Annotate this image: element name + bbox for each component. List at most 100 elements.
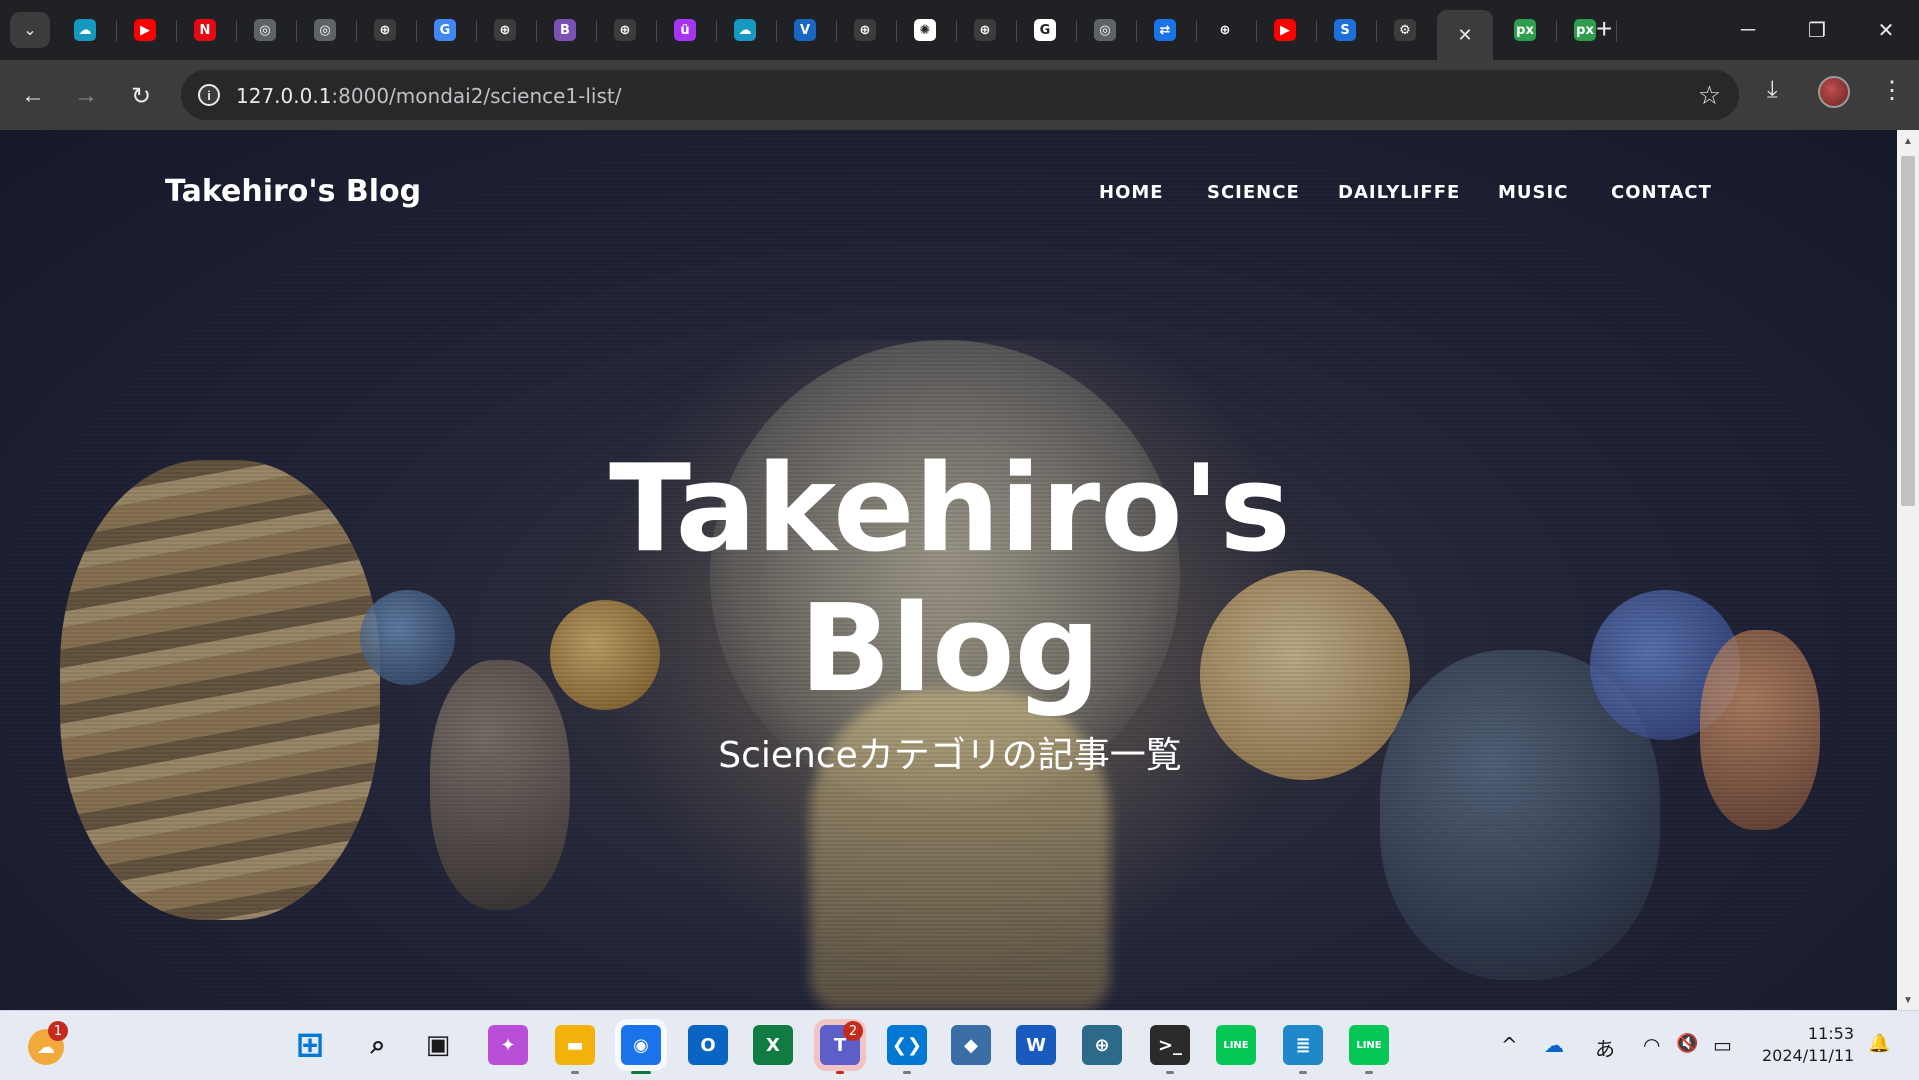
- taskbar-clock[interactable]: 11:53 2024/11/11: [1762, 1023, 1854, 1067]
- tab[interactable]: ⚙: [1377, 10, 1433, 50]
- tab[interactable]: ⇄: [1137, 10, 1193, 50]
- tab[interactable]: G: [1017, 10, 1073, 50]
- notepad-icon[interactable]: ≣: [1283, 1025, 1323, 1065]
- bookmark-star-icon[interactable]: ☆: [1698, 80, 1721, 111]
- address-bar[interactable]: i 127.0.0.1:8000/mondai2/science1-list/ …: [181, 70, 1739, 120]
- clock-date: 2024/11/11: [1762, 1046, 1855, 1065]
- new-tab-button[interactable]: +: [1596, 14, 1612, 44]
- running-indicator: [631, 1071, 651, 1074]
- profile-avatar[interactable]: [1818, 76, 1850, 108]
- running-indicator: [1166, 1071, 1174, 1074]
- download-icon[interactable]: ⤓: [1767, 76, 1778, 104]
- forward-button[interactable]: →: [68, 78, 104, 114]
- outlook-icon[interactable]: O: [688, 1025, 728, 1065]
- tab[interactable]: ▶: [117, 10, 173, 50]
- line-icon[interactable]: LINE: [1349, 1025, 1389, 1065]
- address-url[interactable]: 127.0.0.1:8000/mondai2/science1-list/: [236, 84, 621, 108]
- wifi-icon[interactable]: ◠: [1643, 1033, 1660, 1057]
- close-icon[interactable]: ✕: [1457, 25, 1472, 46]
- windows-start-icon[interactable]: ⊞: [290, 1025, 330, 1065]
- tab[interactable]: S: [1317, 10, 1373, 50]
- hero-title: Takehiro's Blog: [540, 440, 1360, 720]
- udemy-icon: ü: [674, 19, 696, 41]
- restore-button[interactable]: ❐: [1792, 12, 1842, 48]
- tab[interactable]: ☁: [717, 10, 773, 50]
- scroll-down-arrow-icon[interactable]: ▼: [1903, 995, 1913, 1006]
- hero-title-line-2: Blog: [799, 580, 1101, 719]
- nav-link-music[interactable]: MUSIC: [1498, 182, 1568, 203]
- youtube-icon: ▶: [134, 19, 156, 41]
- bootstrap-icon: B: [554, 19, 576, 41]
- nav-link-contact[interactable]: CONTACT: [1611, 182, 1712, 203]
- chrome-icon[interactable]: ◉: [621, 1025, 661, 1065]
- globe-icon: ⊕: [494, 19, 516, 41]
- onedrive-icon[interactable]: ☁: [1544, 1033, 1564, 1057]
- tab[interactable]: ◎: [1077, 10, 1133, 50]
- vscode-icon[interactable]: ❮❯: [887, 1025, 927, 1065]
- tab[interactable]: ü: [657, 10, 713, 50]
- running-indicator: [836, 1071, 844, 1074]
- tab[interactable]: N: [177, 10, 233, 50]
- notification-bell-icon[interactable]: 🔔: [1868, 1033, 1890, 1054]
- tab[interactable]: ◎: [237, 10, 293, 50]
- battery-icon[interactable]: ▭: [1713, 1033, 1732, 1057]
- reload-button[interactable]: ↻: [123, 78, 159, 114]
- task-view-icon[interactable]: ▣: [418, 1025, 458, 1065]
- running-indicator: [571, 1071, 579, 1074]
- volume-muted-icon[interactable]: 🔇: [1676, 1033, 1698, 1054]
- chevron-down-icon: ⌄: [23, 22, 37, 39]
- nav-link-science[interactable]: SCIENCE: [1207, 182, 1300, 203]
- tab-strip: ⌄ ☁ ▶ N ◎ ◎ ⊕ G ⊕ B ⊕ ü ☁ V ⊕ ✺ ⊕ G ◎ ⇄ ⊕ ▶ S ⚙ ✕ px px + ─ ❐ ✕: [0, 0, 1919, 60]
- tab[interactable]: ⊕: [837, 10, 893, 50]
- globe-icon: ⊕: [1214, 19, 1236, 41]
- scroll-up-arrow-icon[interactable]: ▲: [1903, 136, 1913, 147]
- tab[interactable]: ◎: [297, 10, 353, 50]
- tab[interactable]: G: [417, 10, 473, 50]
- minimize-button[interactable]: ─: [1723, 12, 1773, 48]
- tab[interactable]: ☁: [57, 10, 113, 50]
- globe-icon: ⊕: [974, 19, 996, 41]
- window-close-button[interactable]: ✕: [1861, 12, 1911, 48]
- remote-desktop-icon[interactable]: ⊕: [1082, 1025, 1122, 1065]
- tab-search-button[interactable]: ⌄: [10, 12, 50, 48]
- nav-link-dailyliffe[interactable]: DAILYLIFFE: [1338, 182, 1460, 203]
- back-button[interactable]: ←: [15, 78, 51, 114]
- search-icon[interactable]: ⌕: [358, 1025, 398, 1065]
- word-icon[interactable]: W: [1016, 1025, 1056, 1065]
- vuetify-icon: V: [794, 19, 816, 41]
- hero-subtitle: Scienceカテゴリの記事一覧: [718, 735, 1182, 776]
- nav-link-home[interactable]: HOME: [1099, 182, 1164, 203]
- google-icon: G: [1034, 19, 1056, 41]
- google-lens-icon: G: [434, 19, 456, 41]
- virtualbox-icon[interactable]: ◆: [951, 1025, 991, 1065]
- terminal-icon[interactable]: >_: [1150, 1025, 1190, 1065]
- chrome-icon: ◎: [254, 19, 276, 41]
- netflix-icon: N: [194, 19, 216, 41]
- excel-icon[interactable]: X: [753, 1025, 793, 1065]
- ime-indicator[interactable]: あ: [1595, 1033, 1615, 1062]
- tab[interactable]: ▶: [1257, 10, 1313, 50]
- tab[interactable]: B: [537, 10, 593, 50]
- line-icon[interactable]: LINE: [1216, 1025, 1256, 1065]
- site-brand-link[interactable]: Takehiro's Blog: [165, 174, 421, 209]
- tab[interactable]: ⊕: [597, 10, 653, 50]
- site-header: Takehiro's Blog HOME SCIENCE DAILYLIFFE …: [0, 130, 1897, 230]
- tab[interactable]: px: [1497, 10, 1553, 50]
- tab[interactable]: ⊕: [1197, 10, 1253, 50]
- tab[interactable]: ⊕: [477, 10, 533, 50]
- tray-overflow-chevron-icon[interactable]: ^: [1501, 1033, 1518, 1057]
- site-info-icon[interactable]: i: [198, 84, 220, 106]
- browser-menu-icon[interactable]: ⋮: [1880, 76, 1904, 105]
- salesforce-icon: ☁: [74, 19, 96, 41]
- tab[interactable]: V: [777, 10, 833, 50]
- page-scrollbar[interactable]: ▲ ▼: [1897, 130, 1919, 1010]
- tab[interactable]: ⊕: [957, 10, 1013, 50]
- chrome-icon: ◎: [1094, 19, 1116, 41]
- page-viewport: Takehiro's Blog HOME SCIENCE DAILYLIFFE …: [0, 130, 1897, 1010]
- tab-active[interactable]: ✕: [1437, 10, 1493, 60]
- scrollbar-thumb[interactable]: [1901, 156, 1915, 506]
- tab[interactable]: ⊕: [357, 10, 413, 50]
- tab[interactable]: ✺: [897, 10, 953, 50]
- file-explorer-icon[interactable]: ▬: [555, 1025, 595, 1065]
- copilot-icon[interactable]: ✦: [488, 1025, 528, 1065]
